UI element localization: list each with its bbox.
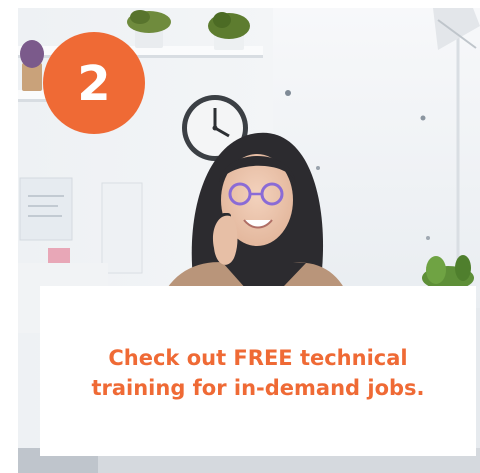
caption-text: Check out FREE technical training for in… <box>91 346 425 400</box>
step-badge: 2 <box>43 32 145 134</box>
step-number: 2 <box>77 56 111 112</box>
caption-box: Check out FREE technical training for in… <box>40 286 476 456</box>
promo-card[interactable]: 2 Check out FREE technical training for … <box>0 0 480 473</box>
